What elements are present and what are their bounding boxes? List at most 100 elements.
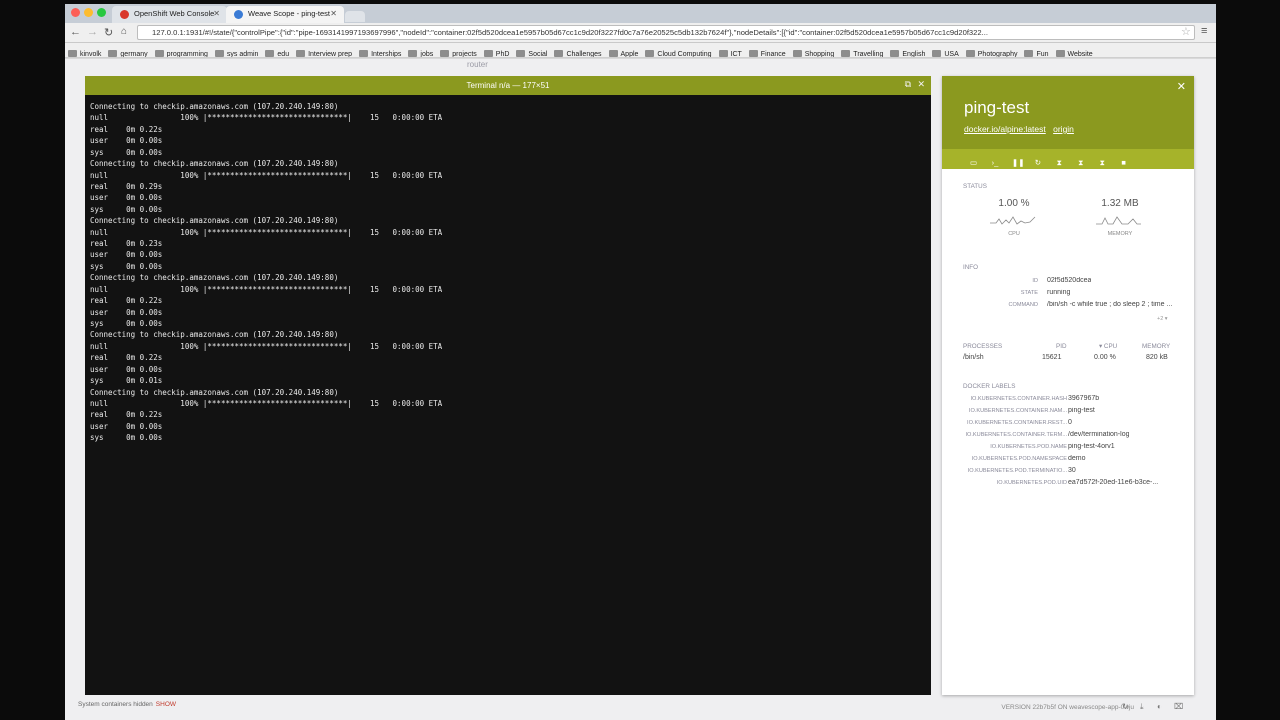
weave-scope-page: router Terminal n/a — 177×51 ⧉ ✕ Connect…	[65, 59, 1216, 720]
bookmark-item[interactable]: Social	[516, 50, 547, 57]
address-bar[interactable]: 127.0.0.1:1931/#!/state/{"controlPipe":{…	[137, 25, 1195, 40]
bookmark-item[interactable]: Fun	[1024, 50, 1049, 57]
terminal-line: real 0m 0.22s	[90, 296, 163, 306]
bookmark-item[interactable]: germany	[108, 50, 148, 57]
terminal-window[interactable]: Terminal n/a — 177×51 ⧉ ✕ Connecting to …	[85, 76, 931, 695]
minimize-window-icon[interactable]	[84, 8, 93, 17]
folder-icon	[108, 50, 118, 57]
bookmark-item[interactable]: kinvolk	[68, 50, 101, 57]
bookmark-item[interactable]: programming	[154, 50, 208, 57]
bookmark-item[interactable]: Photography	[965, 50, 1017, 57]
bookmark-item[interactable]: Interview prep	[296, 50, 352, 57]
details-title: ping-test	[964, 98, 1030, 117]
bookmark-item[interactable]: edu	[265, 50, 289, 57]
system-containers-status: System containers hidden SHOW	[78, 701, 177, 708]
download-icon[interactable]: ⤓	[1140, 702, 1149, 711]
bookmark-item[interactable]: USA	[932, 50, 959, 57]
close-tab-icon[interactable]: ✕	[330, 9, 337, 18]
terminal-title-bar: Terminal n/a — 177×51 ⧉ ✕	[85, 76, 931, 95]
bookmark-item[interactable]: ICT	[718, 50, 742, 57]
resize-icon[interactable]: ⧗	[1098, 159, 1107, 167]
forward-icon[interactable]: →	[87, 26, 98, 38]
bookmark-item[interactable]: English	[890, 50, 925, 57]
bookmark-item[interactable]: projects	[440, 50, 477, 57]
restart-icon[interactable]: ↻	[1033, 159, 1042, 167]
memory-metric: 1.32 MB MEMORY	[1085, 198, 1155, 237]
info-row-command: COMMAND /bin/sh -c while true ; do sleep…	[1008, 301, 1173, 308]
origin-link[interactable]: origin	[1053, 124, 1074, 134]
close-terminal-icon[interactable]: ✕	[917, 79, 925, 90]
pause-icon[interactable]: ❚❚	[1012, 159, 1025, 167]
terminal-line: null 100% |*****************************…	[90, 341, 443, 351]
process-pid: 15621	[1042, 354, 1062, 361]
docker-label-row: IO.KUBERNETES.CONTAINER.TERM.../dev/term…	[965, 431, 1130, 438]
scale-up-icon[interactable]: ⧗	[1055, 159, 1064, 167]
bookmark-item[interactable]: Apple	[608, 50, 638, 57]
memory-header[interactable]: MEMORY	[1142, 343, 1170, 350]
show-more-link[interactable]: +2 ▾	[1157, 316, 1168, 322]
refresh-icon[interactable]: ↻	[1122, 702, 1131, 711]
bookmark-item[interactable]: PhD	[483, 50, 509, 57]
show-system-containers-link[interactable]: SHOW	[156, 701, 176, 708]
bookmark-item[interactable]: Website	[1055, 50, 1093, 57]
folder-icon	[841, 50, 851, 57]
bookmark-item[interactable]: Travelling	[841, 50, 883, 57]
close-details-icon[interactable]: ✕	[1177, 80, 1186, 93]
tab-weave-scope[interactable]: Weave Scope - ping-test ✕	[226, 6, 344, 23]
terminal-output[interactable]: Connecting to checkip.amazonaws.com (107…	[85, 95, 931, 444]
process-cpu: 0.00 %	[1094, 354, 1116, 361]
back-icon[interactable]: ←	[70, 26, 81, 38]
folder-icon	[748, 50, 758, 57]
bookmark-item[interactable]: Shopping	[792, 50, 834, 57]
trash-icon[interactable]: ⌧	[1174, 702, 1183, 711]
bookmark-item[interactable]: Cloud Computing	[645, 50, 712, 57]
menu-icon[interactable]: ≡	[1201, 25, 1207, 37]
scale-down-icon[interactable]: ⧗	[1076, 159, 1085, 167]
details-header: ping-test docker.io/alpine:latest origin…	[942, 76, 1194, 149]
bookmark-item[interactable]: Finance	[748, 50, 786, 57]
reload-icon[interactable]: ↻	[104, 26, 113, 39]
cpu-header[interactable]: ▾ CPU	[1099, 343, 1117, 350]
terminal-line: Connecting to checkip.amazonaws.com (107…	[90, 159, 339, 169]
bookmark-star-icon[interactable]: ☆	[1181, 25, 1191, 38]
tab-openshift[interactable]: OpenShift Web Console ✕	[112, 6, 227, 23]
folder-icon	[483, 50, 493, 57]
attach-icon[interactable]: ▭	[969, 159, 978, 167]
new-tab-button[interactable]	[345, 11, 365, 22]
terminal-line: null 100% |*****************************…	[90, 113, 443, 123]
folder-icon	[608, 50, 618, 57]
status-label: STATUS	[963, 183, 987, 190]
terminal-line: user 0m 0.00s	[90, 136, 163, 146]
terminal-title: Terminal n/a — 177×51	[466, 81, 550, 90]
terminal-line: real 0m 0.22s	[90, 353, 163, 363]
folder-icon	[890, 50, 900, 57]
exec-shell-icon[interactable]: ›_	[990, 159, 999, 167]
terminal-line: sys 0m 0.00s	[90, 319, 163, 329]
maximize-window-icon[interactable]	[97, 8, 106, 17]
version-info: VERSION 22b7b5f ON weavescope-app-0wju	[1001, 704, 1134, 711]
close-window-icon[interactable]	[71, 8, 80, 17]
node-details-panel: ping-test docker.io/alpine:latest origin…	[942, 76, 1194, 695]
folder-icon	[1024, 50, 1034, 57]
bookmark-item[interactable]: sys admin	[214, 50, 258, 57]
close-tab-icon[interactable]: ✕	[213, 9, 220, 18]
stop-icon[interactable]: ■	[1119, 159, 1128, 167]
terminal-line: null 100% |*****************************…	[90, 227, 443, 237]
image-link[interactable]: docker.io/alpine:latest	[964, 124, 1046, 134]
process-name[interactable]: /bin/sh	[963, 354, 984, 361]
pid-header[interactable]: PID	[1056, 343, 1067, 350]
folder-icon	[965, 50, 975, 57]
bookmark-item[interactable]: Challenges	[554, 50, 602, 57]
home-icon[interactable]: ⌂	[121, 26, 127, 37]
docker-label-row: IO.KUBERNETES.POD.TERMINATIO... 30	[967, 467, 1076, 474]
folder-icon	[1055, 50, 1065, 57]
memory-sparkline	[1096, 216, 1141, 225]
popout-icon[interactable]: ⧉	[905, 79, 911, 90]
contrast-icon[interactable]: ◐	[1157, 702, 1166, 711]
bookmark-item[interactable]: jobs	[408, 50, 433, 57]
tab-strip: OpenShift Web Console ✕ Weave Scope - pi…	[65, 4, 1216, 23]
terminal-line: Connecting to checkip.amazonaws.com (107…	[90, 216, 339, 226]
bookmark-item[interactable]: Interships	[359, 50, 401, 57]
info-row-id: ID 02f5d520dcea	[1032, 277, 1092, 284]
docker-label-row: IO.KUBERNETES.CONTAINER.NAM... ping-test	[968, 407, 1095, 414]
